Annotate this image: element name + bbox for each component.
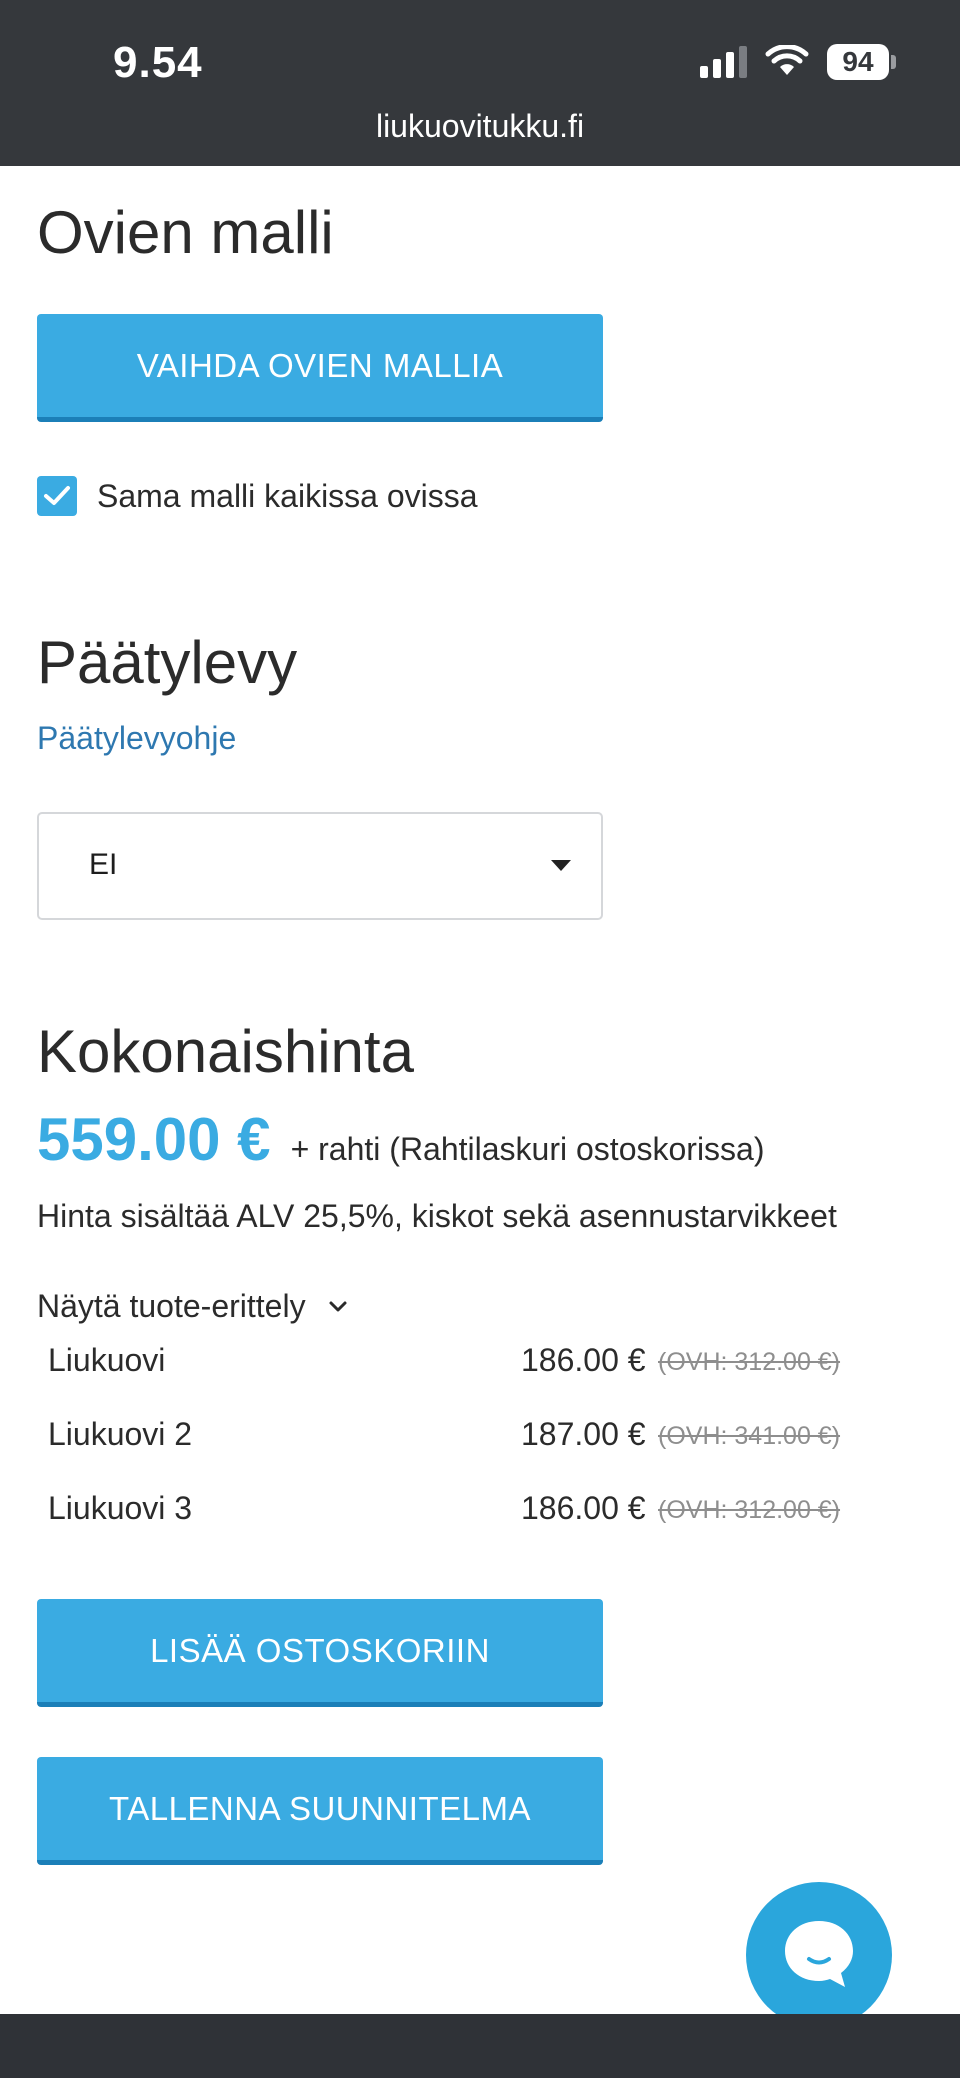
add-to-cart-button[interactable]: LISÄÄ OSTOSKORIIN [37, 1599, 603, 1707]
product-breakdown-toggle[interactable]: Näytä tuote-erittely [37, 1288, 348, 1325]
status-bar: 9.54 94 liukuovitukku.fi [0, 0, 960, 166]
wifi-icon [765, 45, 809, 75]
caret-down-icon [551, 860, 571, 871]
item-price: 186.00 € [521, 1342, 646, 1378]
cellular-signal-icon [700, 46, 747, 78]
status-time: 9.54 [113, 38, 203, 87]
breakdown-item: Liukuovi 2 187.00 € (OVH: 341.00 €) [48, 1416, 848, 1466]
item-ovh-price: (OVH: 312.00 €) [658, 1496, 841, 1524]
same-model-checkbox[interactable] [37, 476, 77, 516]
end-panel-guide-link[interactable]: Päätylevyohje [37, 720, 236, 757]
end-panel-select-value: EI [89, 848, 118, 881]
end-panel-select[interactable]: EI [37, 812, 603, 920]
total-price: 559.00 € [37, 1106, 271, 1173]
vat-note: Hinta sisältää ALV 25,5%, kiskot sekä as… [37, 1198, 837, 1234]
item-ovh-price: (OVH: 312.00 €) [658, 1348, 841, 1376]
checkmark-icon [44, 486, 70, 505]
chat-bubble-icon [785, 1921, 853, 1987]
change-door-model-button[interactable]: VAIHDA OVIEN MALLIA [37, 314, 603, 422]
total-price-title: Kokonaishinta [37, 1018, 414, 1085]
item-name: Liukuovi 3 [48, 1490, 193, 1526]
url-bar[interactable]: liukuovitukku.fi [0, 108, 960, 145]
same-model-checkbox-label: Sama malli kaikissa ovissa [97, 477, 478, 514]
item-ovh-price: (OVH: 341.00 €) [658, 1422, 841, 1450]
door-model-title: Ovien malli [37, 199, 334, 266]
breakdown-item: Liukuovi 3 186.00 € (OVH: 312.00 €) [48, 1490, 848, 1540]
save-plan-button[interactable]: TALLENNA SUUNNITELMA [37, 1757, 603, 1865]
status-icons: 94 [700, 44, 896, 80]
shipping-note: + rahti (Rahtilaskuri ostoskorissa) [290, 1131, 765, 1167]
item-price: 187.00 € [521, 1416, 646, 1452]
end-panel-title: Päätylevy [37, 629, 298, 696]
chevron-down-icon [329, 1301, 347, 1311]
product-breakdown-toggle-label: Näytä tuote-erittely [37, 1288, 306, 1324]
battery-icon: 94 [827, 44, 896, 80]
item-name: Liukuovi 2 [48, 1416, 193, 1452]
item-name: Liukuovi [48, 1342, 166, 1378]
battery-level: 94 [827, 44, 889, 80]
same-model-checkbox-row[interactable]: Sama malli kaikissa ovissa [37, 476, 478, 516]
breakdown-item: Liukuovi 186.00 € (OVH: 312.00 €) [48, 1342, 848, 1392]
bottom-toolbar [0, 2014, 960, 2078]
item-price: 186.00 € [521, 1490, 646, 1526]
chat-button[interactable] [746, 1882, 892, 2028]
price-row: 559.00 € + rahti (Rahtilaskuri ostoskori… [37, 1105, 765, 1174]
